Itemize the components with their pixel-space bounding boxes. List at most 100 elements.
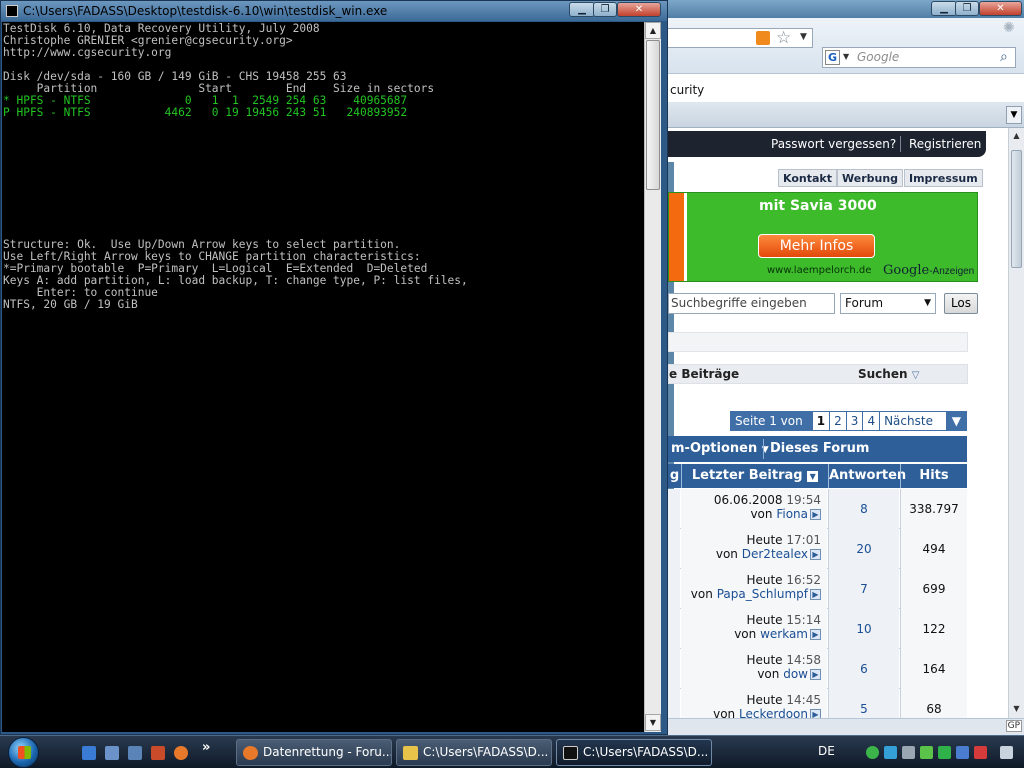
volume-icon[interactable] (1000, 746, 1013, 759)
goto-last-post-icon[interactable]: ▶ (810, 709, 821, 718)
nav-imprint-link[interactable]: Impressum (904, 169, 983, 187)
goto-last-post-icon[interactable]: ▶ (810, 629, 821, 640)
replies-link[interactable]: 6 (828, 649, 899, 689)
terminal-output[interactable]: TestDisk 6.10, Data Recovery Utility, Ju… (2, 22, 644, 732)
goto-last-post-icon[interactable]: ▶ (810, 669, 821, 680)
security-alert-icon[interactable] (974, 746, 987, 759)
table-row: 06.06.2008 19:54 von Fiona ▶ 8 338.797 (668, 489, 967, 529)
address-bar[interactable] (668, 28, 813, 48)
page-jump-dropdown-icon[interactable]: ▼ (946, 412, 966, 430)
tab-list-button[interactable]: ▼ (1006, 106, 1022, 124)
console-maximize-button[interactable]: ❐ (593, 2, 617, 17)
post-user-link[interactable]: werkam (760, 627, 808, 641)
replies-link[interactable]: 7 (828, 569, 899, 609)
device-icon[interactable] (902, 746, 915, 759)
thread-cell[interactable] (668, 689, 680, 718)
console-app-icon[interactable] (6, 5, 18, 17)
scrollbar-thumb[interactable] (1011, 150, 1022, 268)
tray-app-icon[interactable] (938, 746, 951, 759)
maximize-button[interactable]: ❐ (955, 1, 979, 16)
taskbar-button-console[interactable]: C:\Users\FADASS\D... (556, 739, 712, 766)
thread-cell[interactable] (668, 569, 680, 609)
replies-link[interactable]: 10 (828, 609, 899, 649)
sort-icon[interactable]: ▼ (807, 471, 819, 482)
posts-link[interactable]: e Beiträge (669, 365, 739, 383)
sync-icon[interactable] (866, 746, 879, 759)
bookmark-star-icon[interactable]: ☆ (776, 28, 791, 48)
language-indicator[interactable]: DE (818, 744, 835, 758)
search-menu[interactable]: Suchen ▽ (858, 365, 919, 385)
scroll-up-icon[interactable]: ▲ (1009, 128, 1024, 144)
post-user-link[interactable]: Fiona (776, 507, 808, 521)
register-link[interactable]: Registrieren (909, 131, 981, 157)
post-user-link[interactable]: dow (783, 667, 808, 681)
post-user-link[interactable]: Der2tealex (742, 547, 808, 561)
goto-last-post-icon[interactable]: ▶ (810, 509, 821, 520)
page-4[interactable]: 4 (863, 412, 881, 430)
show-desktop-icon[interactable] (82, 746, 96, 760)
quicklaunch-app-icon[interactable] (151, 746, 165, 760)
nav-contact-link[interactable]: Kontakt (778, 169, 837, 187)
bookmark-item[interactable]: curity (668, 80, 788, 100)
quicklaunch-more-button[interactable]: » (202, 740, 210, 755)
page-2[interactable]: 2 (830, 412, 847, 430)
column-header-hits[interactable]: Hits (900, 464, 967, 488)
scroll-down-icon[interactable]: ▼ (645, 714, 661, 731)
divider (900, 136, 901, 152)
goto-last-post-icon[interactable]: ▶ (810, 589, 821, 600)
close-button[interactable]: ✕ (979, 1, 1022, 16)
console-minimize-button[interactable]: ▁ (569, 2, 595, 17)
google-ads-label[interactable]: Google-Anzeigen (883, 263, 974, 278)
search-menu-label: Suchen (858, 367, 908, 381)
ad-more-info-button[interactable]: Mehr Infos (758, 234, 875, 258)
forgot-password-link[interactable]: Passwort vergessen? (771, 131, 896, 157)
goto-last-post-icon[interactable]: ▶ (810, 549, 821, 560)
status-badge[interactable]: GP (1005, 720, 1022, 732)
post-user-link[interactable]: Leckerdoon (739, 707, 808, 718)
minimize-button[interactable]: ▁ (931, 1, 957, 16)
search-go-button[interactable]: Los (944, 293, 978, 314)
taskbar-button-explorer[interactable]: C:\Users\FADASS\D... (396, 739, 552, 766)
advertisement[interactable]: mit Savia 3000 Mehr Infos www.laempelorc… (668, 192, 978, 282)
console-close-button[interactable]: ✕ (617, 2, 661, 17)
taskbar-button-firefox[interactable]: Datenrettung - Foru... (236, 739, 392, 766)
scrollbar-thumb[interactable] (646, 40, 660, 190)
web-search-input[interactable]: Google (822, 47, 1016, 68)
next-page-link[interactable]: Nächste > (880, 412, 947, 446)
tray-app-icon[interactable] (956, 746, 969, 759)
search-engine-dropdown-icon[interactable]: ▼ (843, 52, 849, 61)
start-button[interactable] (8, 737, 39, 768)
thread-cell[interactable] (668, 489, 680, 529)
column-header-last-post[interactable]: Letzter Beitrag ▼ (681, 464, 828, 488)
page-1[interactable]: 1 (813, 412, 831, 430)
page-3[interactable]: 3 (847, 412, 864, 430)
firefox-icon[interactable] (174, 746, 188, 760)
ad-url[interactable]: www.laempelorch.de (767, 265, 871, 276)
column-header-fragment[interactable]: g (668, 464, 681, 488)
forum-search-input[interactable]: Suchbegriffe eingeben (668, 293, 835, 314)
media-player-icon[interactable] (128, 746, 142, 760)
thread-cell[interactable] (668, 529, 680, 569)
thread-cell[interactable] (668, 649, 680, 689)
search-scope-select[interactable]: Forum ▼ (840, 293, 936, 314)
network-icon[interactable] (884, 746, 897, 759)
search-engine-icon[interactable]: G (825, 50, 840, 65)
search-icon[interactable]: ⌕ (1000, 49, 1008, 65)
replies-link[interactable]: 20 (828, 529, 899, 569)
scroll-up-icon[interactable]: ▲ (645, 22, 661, 39)
thread-cell[interactable] (668, 609, 680, 649)
tray-app-icon[interactable] (920, 746, 933, 759)
forum-options-menu[interactable]: m-Optionen ▼ (671, 436, 769, 463)
console-scrollbar[interactable]: ▲ ▼ (644, 22, 661, 732)
last-post-cell: Heute 17:01 von Der2tealex ▶ (681, 529, 827, 569)
scroll-down-icon[interactable]: ▼ (1009, 701, 1024, 717)
address-dropdown-icon[interactable]: ▼ (800, 32, 807, 42)
replies-link[interactable]: 5 (828, 689, 899, 718)
rss-icon[interactable] (756, 31, 770, 45)
replies-link[interactable]: 8 (828, 489, 899, 529)
post-user-link[interactable]: Papa_Schlumpf (717, 587, 808, 601)
switch-windows-icon[interactable] (105, 746, 119, 760)
nav-ads-link[interactable]: Werbung (837, 169, 904, 187)
column-header-replies[interactable]: Antworten (828, 464, 906, 488)
browser-scrollbar[interactable]: ▲ ▼ (1008, 128, 1024, 718)
